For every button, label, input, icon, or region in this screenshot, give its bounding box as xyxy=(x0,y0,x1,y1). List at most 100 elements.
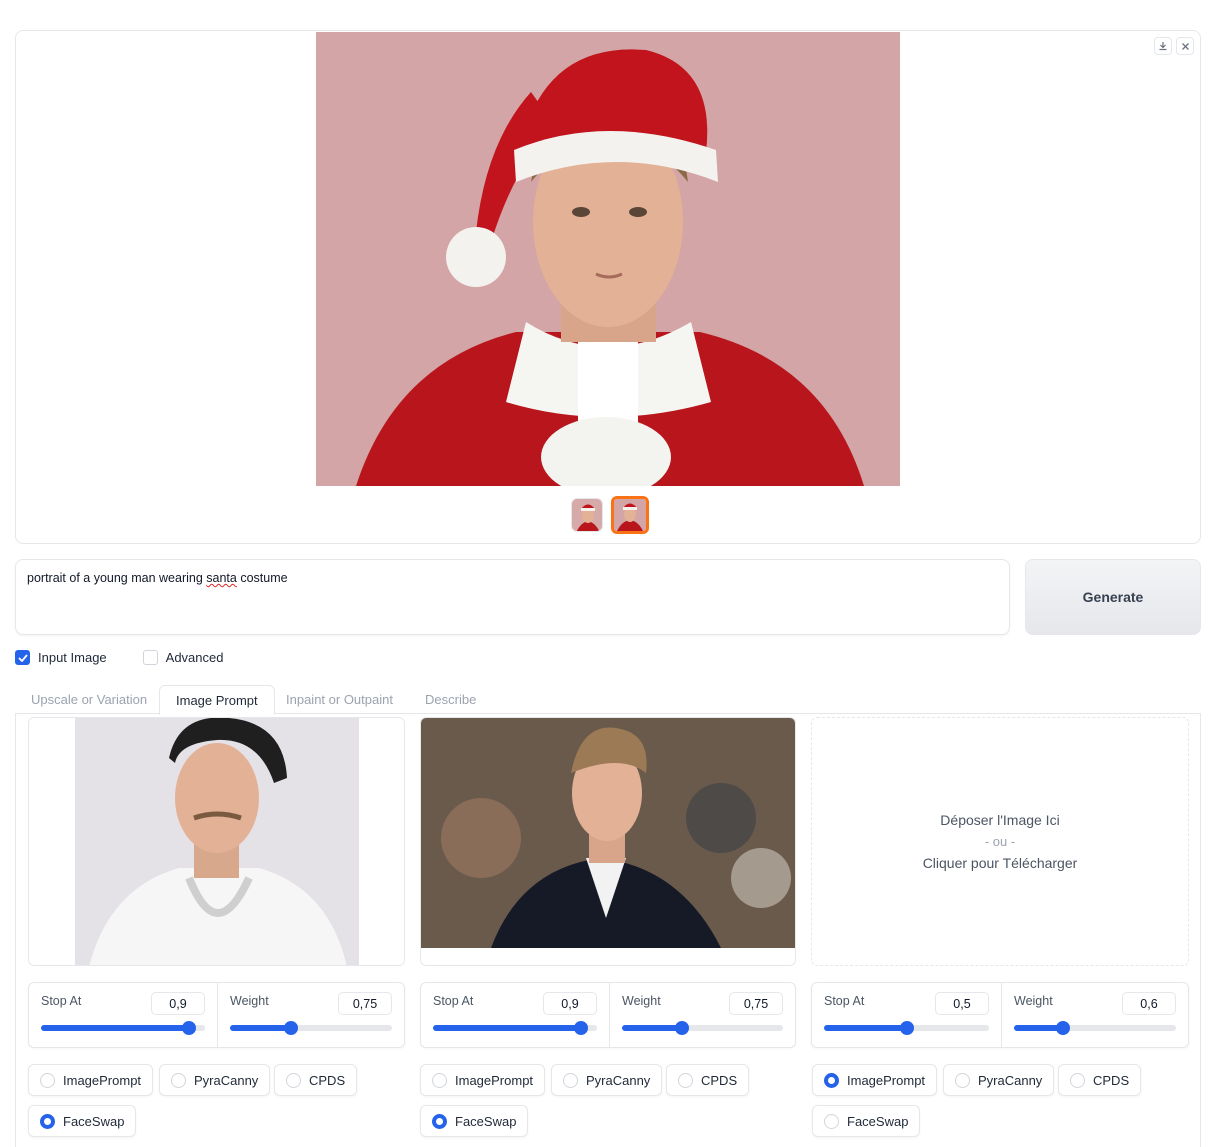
stop-at-value[interactable]: 0,9 xyxy=(543,992,597,1015)
radio-cpds[interactable]: CPDS xyxy=(666,1064,750,1096)
stop-at-track[interactable] xyxy=(824,1021,989,1035)
radio-label: FaceSwap xyxy=(847,1113,909,1129)
radio-label: PyraCanny xyxy=(978,1072,1043,1088)
stop-at-label: Stop At xyxy=(824,994,865,1008)
radio-imageprompt[interactable]: ImagePrompt xyxy=(812,1064,938,1096)
weight-slider: Weight 0,75 xyxy=(609,983,795,1047)
radio-label: ImagePrompt xyxy=(63,1072,142,1088)
weight-slider: Weight 0,75 xyxy=(217,983,404,1047)
radio-dot xyxy=(171,1072,186,1088)
radio-cpds[interactable]: CPDS xyxy=(274,1064,358,1096)
weight-label: Weight xyxy=(1014,994,1053,1008)
dropzone-upload-text: Cliquer pour Télécharger xyxy=(922,855,1078,871)
slider-fill xyxy=(433,1025,581,1031)
radio-dot xyxy=(955,1072,970,1088)
checkmark-icon xyxy=(15,650,30,665)
image-prompt-1-sliders: Stop At 0,9 Weight 0,75 xyxy=(28,982,405,1048)
slider-fill xyxy=(824,1025,907,1031)
stop-at-track[interactable] xyxy=(433,1021,597,1035)
radio-faceswap[interactable]: FaceSwap xyxy=(812,1105,921,1137)
radio-pyracanny[interactable]: PyraCanny xyxy=(551,1064,663,1096)
slider-handle[interactable] xyxy=(899,1021,914,1035)
slider-handle[interactable] xyxy=(1055,1021,1070,1035)
slider-handle[interactable] xyxy=(573,1021,588,1035)
weight-slider: Weight 0,6 xyxy=(1001,983,1188,1047)
radio-label: PyraCanny xyxy=(586,1072,651,1088)
radio-dot xyxy=(678,1072,693,1088)
output-gallery xyxy=(15,30,1201,544)
close-icon[interactable] xyxy=(1176,37,1194,55)
slider-handle[interactable] xyxy=(283,1021,298,1035)
radio-dot xyxy=(563,1072,578,1088)
tab-bar: Upscale or Variation Image Prompt Inpain… xyxy=(15,685,1201,715)
image-prompt-2-image[interactable] xyxy=(420,717,796,966)
stop-at-track[interactable] xyxy=(41,1021,205,1035)
image-prompt-2-sliders: Stop At 0,9 Weight 0,75 xyxy=(420,982,796,1048)
dropzone-title: Déposer l'Image Ici xyxy=(940,812,1060,828)
thumbnail-strip xyxy=(571,496,649,534)
radio-dot xyxy=(432,1072,447,1088)
thumbnail-2[interactable] xyxy=(611,496,649,534)
options-checkboxes: Input Image Advanced xyxy=(15,650,223,665)
image-prompt-3-dropzone[interactable]: Déposer l'Image Ici - ou - Cliquer pour … xyxy=(811,717,1189,966)
radio-label: CPDS xyxy=(1093,1072,1130,1088)
input-image-label: Input Image xyxy=(38,650,107,665)
input-image-checkbox[interactable]: Input Image xyxy=(15,650,107,665)
radio-label: PyraCanny xyxy=(194,1072,259,1088)
radio-label: CPDS xyxy=(701,1072,738,1088)
gallery-toolbar xyxy=(1154,37,1194,55)
radio-dot xyxy=(432,1113,447,1129)
thumbnail-1[interactable] xyxy=(571,498,603,532)
slider-fill xyxy=(230,1025,291,1031)
stop-at-slider: Stop At 0,9 xyxy=(421,983,609,1047)
radio-dot xyxy=(1070,1072,1085,1088)
generate-button[interactable]: Generate xyxy=(1025,559,1201,635)
weight-label: Weight xyxy=(230,994,269,1008)
stop-at-slider: Stop At 0,9 xyxy=(29,983,217,1047)
weight-value[interactable]: 0,75 xyxy=(729,992,783,1015)
advanced-checkbox[interactable]: Advanced xyxy=(142,650,224,665)
slider-fill xyxy=(622,1025,683,1031)
weight-value[interactable]: 0,6 xyxy=(1122,992,1176,1015)
prompt-input[interactable]: portrait of a young man wearing santa co… xyxy=(15,559,1010,635)
stop-at-label: Stop At xyxy=(41,994,82,1008)
radio-label: FaceSwap xyxy=(63,1113,125,1129)
radio-imageprompt[interactable]: ImagePrompt xyxy=(28,1064,154,1096)
radio-dot xyxy=(40,1113,55,1129)
radio-label: CPDS xyxy=(309,1072,346,1088)
slider-handle[interactable] xyxy=(675,1021,690,1035)
weight-track[interactable] xyxy=(622,1021,783,1035)
download-icon[interactable] xyxy=(1154,37,1172,55)
stop-at-slider: Stop At 0,5 xyxy=(812,983,1001,1047)
image-prompt-1-image[interactable] xyxy=(28,717,405,966)
tab-image-prompt[interactable]: Image Prompt xyxy=(159,685,275,715)
weight-value[interactable]: 0,75 xyxy=(338,992,392,1015)
tab-describe[interactable]: Describe xyxy=(409,685,492,714)
tab-upscale-or-variation[interactable]: Upscale or Variation xyxy=(15,685,163,714)
spellcheck-word: santa xyxy=(206,571,237,585)
stop-at-value[interactable]: 0,5 xyxy=(935,992,989,1015)
radio-dot xyxy=(824,1113,839,1129)
radio-label: ImagePrompt xyxy=(847,1072,926,1088)
advanced-label: Advanced xyxy=(165,650,224,665)
radio-pyracanny[interactable]: PyraCanny xyxy=(159,1064,271,1096)
radio-label: ImagePrompt xyxy=(455,1072,534,1088)
weight-track[interactable] xyxy=(1014,1021,1176,1035)
radio-dot xyxy=(824,1072,839,1088)
weight-track[interactable] xyxy=(230,1021,392,1035)
radio-imageprompt[interactable]: ImagePrompt xyxy=(420,1064,546,1096)
radio-faceswap[interactable]: FaceSwap xyxy=(420,1105,529,1137)
radio-faceswap[interactable]: FaceSwap xyxy=(28,1105,137,1137)
slider-handle[interactable] xyxy=(181,1021,196,1035)
weight-label: Weight xyxy=(622,994,661,1008)
radio-dot xyxy=(286,1072,301,1088)
generated-image[interactable] xyxy=(316,32,900,486)
radio-cpds[interactable]: CPDS xyxy=(1058,1064,1142,1096)
radio-pyracanny[interactable]: PyraCanny xyxy=(943,1064,1055,1096)
stop-at-value[interactable]: 0,9 xyxy=(151,992,205,1015)
checkbox-box xyxy=(142,650,158,665)
radio-dot xyxy=(40,1072,55,1088)
slider-fill xyxy=(41,1025,189,1031)
tab-inpaint-or-outpaint[interactable]: Inpaint or Outpaint xyxy=(270,685,409,714)
radio-label: FaceSwap xyxy=(455,1113,517,1129)
